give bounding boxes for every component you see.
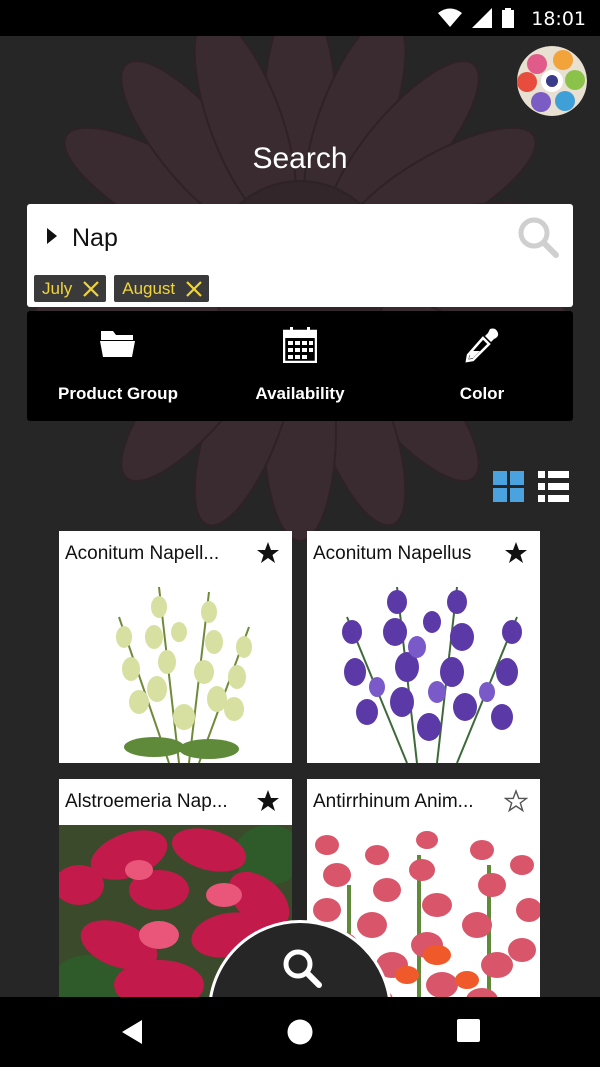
filter-availability[interactable]: Availability: [209, 311, 391, 421]
grid-view-icon[interactable]: [493, 471, 524, 502]
chip-july: July: [34, 275, 107, 302]
expand-triangle-icon[interactable]: [47, 228, 57, 244]
product-name: Alstroemeria Nap...: [65, 791, 228, 812]
search-icon: [283, 949, 322, 988]
recents-icon[interactable]: [457, 1019, 480, 1042]
star-filled-icon[interactable]: [256, 789, 280, 813]
list-view-icon[interactable]: [538, 471, 569, 502]
search-screen: Search July August Product Group: [0, 36, 600, 997]
product-image: [59, 577, 292, 763]
calendar-icon: [283, 327, 317, 363]
filter-label: Color: [459, 384, 505, 403]
product-card[interactable]: Aconitum Napellus: [307, 531, 540, 763]
product-name: Aconitum Napell...: [65, 543, 220, 564]
product-image: [307, 577, 540, 763]
filter-bar: Product Group Availability Color: [27, 311, 573, 421]
search-box: July August: [27, 204, 573, 307]
product-name: Antirrhinum Anim...: [313, 791, 474, 812]
chip-label: July: [42, 278, 73, 298]
status-time: 18:01: [531, 8, 586, 30]
filter-label: Product Group: [58, 384, 178, 403]
chip-august: August: [114, 275, 210, 302]
star-filled-icon[interactable]: [504, 541, 528, 565]
system-nav-bar: [0, 997, 600, 1067]
wifi-icon: [438, 8, 462, 27]
app-logo[interactable]: [517, 46, 587, 116]
folder-icon: [100, 331, 135, 357]
battery-icon: [502, 8, 514, 28]
filter-chips: July August: [34, 275, 210, 302]
page-title: Search: [252, 142, 348, 175]
back-icon[interactable]: [120, 1019, 144, 1045]
close-icon[interactable]: [185, 280, 203, 298]
star-filled-icon[interactable]: [256, 541, 280, 565]
cellular-signal-icon: [472, 8, 492, 28]
eyedropper-icon: [465, 328, 499, 363]
chip-label: August: [122, 278, 176, 298]
status-bar: 18:01: [0, 0, 600, 36]
star-outline-icon[interactable]: [504, 789, 528, 813]
product-name: Aconitum Napellus: [313, 543, 472, 564]
view-toggles: [493, 471, 569, 502]
close-icon[interactable]: [82, 280, 100, 298]
home-icon[interactable]: [287, 1019, 313, 1045]
product-card[interactable]: Aconitum Napell...: [59, 531, 292, 763]
search-icon[interactable]: [517, 216, 559, 258]
search-input[interactable]: [72, 217, 492, 259]
filter-label: Availability: [255, 384, 345, 403]
filter-color[interactable]: Color: [391, 311, 573, 421]
filter-product-group[interactable]: Product Group: [27, 311, 209, 421]
